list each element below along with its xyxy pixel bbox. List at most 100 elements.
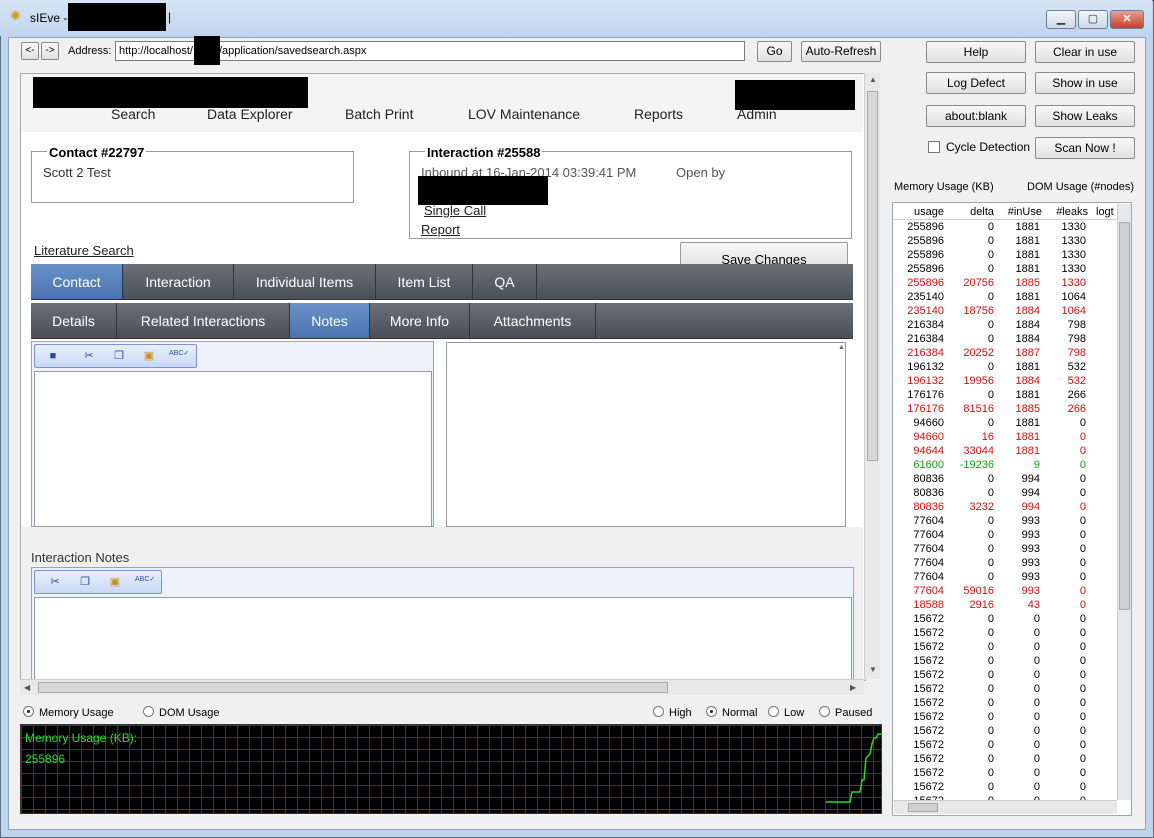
table-row[interactable]: 216384 0 1884 798 [894,318,1116,332]
table-row[interactable]: 80836 0 994 0 [894,486,1116,500]
col-logt[interactable]: logt [1096,206,1116,218]
dom-usage-radio[interactable]: DOM Usage [143,706,220,719]
table-row[interactable]: 176176 0 1881 266 [894,388,1116,402]
notes-viewer[interactable] [446,342,846,527]
browser-scroll-left-icon[interactable]: ◀ [24,683,30,692]
table-row[interactable]: 176176 81516 1885 266 [894,402,1116,416]
close-button[interactable]: ✕ [1110,10,1144,29]
tab-more-info[interactable]: More Info [370,303,470,338]
normal-radio-dot[interactable] [706,706,717,717]
minimize-button[interactable]: ▁ [1046,10,1076,29]
tab-qa[interactable]: QA [473,264,537,299]
table-row[interactable]: 80836 3232 994 0 [894,500,1116,514]
nav-batch-print[interactable]: Batch Print [345,106,413,122]
table-row[interactable]: 216384 20252 1887 798 [894,346,1116,360]
go-button[interactable]: Go [757,41,792,62]
memory-usage-radio-dot[interactable] [23,706,34,717]
table-row[interactable]: 255896 20756 1885 1330 [894,276,1116,290]
grid-scroll-thumb[interactable] [1119,222,1130,610]
table-row[interactable]: 15672 0 0 0 [894,738,1116,752]
browser-hscroll-thumb[interactable] [38,682,668,693]
table-row[interactable]: 94644 33044 1881 0 [894,444,1116,458]
literature-search-link[interactable]: Literature Search [34,243,134,258]
back-button[interactable]: <- [21,42,39,60]
table-row[interactable]: 15672 0 0 0 [894,682,1116,696]
grid-hscroll-thumb[interactable] [908,803,938,812]
spellcheck-icon[interactable]: ABC✓ [135,575,155,589]
table-row[interactable]: 255896 0 1881 1330 [894,220,1116,234]
maximize-button[interactable]: ▢ [1078,10,1108,29]
paused-radio[interactable]: Paused [819,706,872,719]
table-row[interactable]: 255896 0 1881 1330 [894,262,1116,276]
browser-scroll-right-icon[interactable]: ▶ [850,683,856,692]
table-row[interactable]: 255896 0 1881 1330 [894,248,1116,262]
forward-button[interactable]: -> [41,42,59,60]
table-row[interactable]: 94660 16 1881 0 [894,430,1116,444]
memory-usage-radio[interactable]: Memory Usage [23,706,114,719]
browser-scroll-up-icon[interactable]: ▲ [869,75,877,84]
low-radio-dot[interactable] [768,706,779,717]
table-row[interactable]: 235140 0 1881 1064 [894,290,1116,304]
report-link[interactable]: Report [421,222,460,237]
scan-now-button[interactable]: Scan Now ! [1035,137,1135,159]
copy-icon[interactable]: ❐ [111,349,127,363]
table-row[interactable]: 15672 0 0 0 [894,710,1116,724]
spellcheck-icon[interactable]: ABC✓ [169,349,189,363]
single-call-link[interactable]: Single Call [424,203,486,218]
log-defect-button[interactable]: Log Defect [926,72,1026,94]
nav-search[interactable]: Search [111,106,155,122]
nav-lov-maintenance[interactable]: LOV Maintenance [468,106,580,122]
table-row[interactable]: 77604 0 993 0 [894,528,1116,542]
tab-related-interactions[interactable]: Related Interactions [117,303,290,338]
table-row[interactable]: 15672 0 0 0 [894,668,1116,682]
help-button[interactable]: Help [926,41,1026,63]
table-row[interactable]: 15672 0 0 0 [894,780,1116,794]
grid-hscroll[interactable] [894,800,1117,814]
copy-icon[interactable]: ❐ [77,575,93,589]
tab-individual-items[interactable]: Individual Items [234,264,376,299]
col-leaks[interactable]: #leaks [1044,206,1088,218]
auto-refresh-button[interactable]: Auto-Refresh [801,41,881,62]
cycle-detection-checkbox[interactable]: Cycle Detection [928,140,1030,154]
table-row[interactable]: 15672 0 0 0 [894,654,1116,668]
browser-scroll-thumb[interactable] [867,91,878,461]
nav-admin[interactable]: Admin [737,106,777,122]
table-row[interactable]: 77604 0 993 0 [894,542,1116,556]
table-row[interactable]: 77604 0 993 0 [894,570,1116,584]
show-leaks-button[interactable]: Show Leaks [1035,105,1135,127]
grid-vscroll[interactable] [1117,204,1131,800]
col-inuse[interactable]: #inUse [996,206,1042,218]
tab-interaction[interactable]: Interaction [123,264,234,299]
normal-radio[interactable]: Normal [706,706,757,719]
table-row[interactable]: 15672 0 0 0 [894,696,1116,710]
table-row[interactable]: 15672 0 0 0 [894,724,1116,738]
table-row[interactable]: 235140 18756 1884 1064 [894,304,1116,318]
browser-hscroll[interactable]: ◀ ▶ [20,679,864,695]
table-row[interactable]: 94660 0 1881 0 [894,416,1116,430]
tab-notes[interactable]: Notes [290,303,370,338]
table-row[interactable]: 80836 0 994 0 [894,472,1116,486]
browser-scroll-down-icon[interactable]: ▼ [869,665,877,674]
save-icon[interactable]: ■ [45,349,61,363]
table-row[interactable]: 18588 2916 43 0 [894,598,1116,612]
table-row[interactable]: 15672 0 0 0 [894,612,1116,626]
clear-in-use-button[interactable]: Clear in use [1035,41,1135,63]
table-row[interactable]: 216384 0 1884 798 [894,332,1116,346]
show-in-use-button[interactable]: Show in use [1035,72,1135,94]
table-row[interactable]: 196132 0 1881 532 [894,360,1116,374]
viewer-scroll-up-icon[interactable]: ▲ [838,344,845,351]
table-row[interactable]: 15672 0 0 0 [894,752,1116,766]
paste-icon[interactable]: ▣ [141,349,157,363]
table-row[interactable]: 15672 0 0 0 [894,626,1116,640]
tab-contact[interactable]: Contact [31,264,123,299]
table-row[interactable]: 77604 0 993 0 [894,514,1116,528]
table-row[interactable]: 196132 19956 1884 532 [894,374,1116,388]
table-row[interactable]: 255896 0 1881 1330 [894,234,1116,248]
tab-attachments[interactable]: Attachments [470,303,596,338]
cut-icon[interactable]: ✂ [47,575,63,589]
browser-vscroll[interactable]: ▲ ▼ [864,73,880,679]
about-blank-button[interactable]: about:blank [926,105,1026,127]
interaction-notes-textarea[interactable] [34,597,852,681]
high-radio-dot[interactable] [653,706,664,717]
high-radio[interactable]: High [653,706,692,719]
